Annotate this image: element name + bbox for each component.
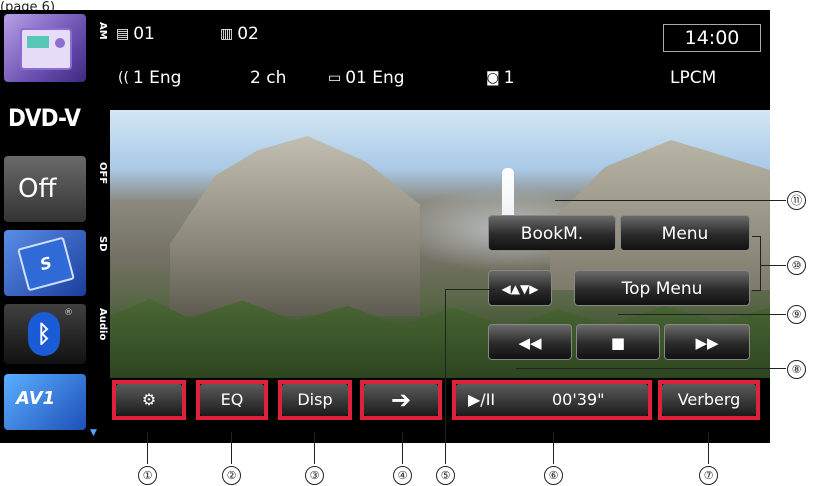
title-value: 02 xyxy=(237,24,259,44)
bluetooth-icon: ᛒ xyxy=(28,312,60,356)
eq-button[interactable]: EQ xyxy=(200,384,264,416)
elapsed-time: 00'39" xyxy=(552,390,605,409)
angle-indicator: ◙ 1 xyxy=(486,68,514,88)
chapter-value: 01 xyxy=(133,24,155,44)
leader-1 xyxy=(147,432,148,464)
source-av1-label: AV1 xyxy=(16,388,56,409)
title-indicator: ▥ 02 xyxy=(220,24,259,44)
clock: 14:00 xyxy=(663,24,761,52)
callout-8: ⑧ xyxy=(787,360,806,379)
source-off-button[interactable]: Off xyxy=(4,156,86,222)
callout-11: ⑪ xyxy=(787,191,806,210)
leader-4 xyxy=(402,432,403,464)
subtitle-value: 01 Eng xyxy=(345,68,405,88)
leader-10c xyxy=(760,236,761,291)
top-menu-button[interactable]: Top Menu xyxy=(574,270,750,306)
cursor-button[interactable]: ◀▲▼▶ xyxy=(488,270,552,306)
camera-icon: ◙ xyxy=(486,70,500,86)
audio-format: LPCM xyxy=(670,68,717,88)
audio-value: 1 Eng xyxy=(132,68,182,88)
leader-10a xyxy=(752,236,760,237)
source-dvd-label: DVD-V xyxy=(8,104,81,132)
next-page-button[interactable]: ➔ xyxy=(364,384,438,416)
leader-10b xyxy=(752,290,760,291)
stop-button[interactable]: ■ xyxy=(576,324,660,360)
source-off-label: Off xyxy=(18,174,57,204)
source-sd-side-label: SD xyxy=(97,236,108,252)
radio-icon xyxy=(20,28,72,70)
sd-card-icon: S xyxy=(17,236,75,292)
audio-icon: (( xyxy=(118,70,129,86)
gear-icon: ⚙ xyxy=(141,390,157,409)
audio-indicator: ((1 Eng xyxy=(118,68,181,88)
play-pause-button[interactable]: ▶/II 00'39" xyxy=(456,384,648,416)
source-sd-button[interactable]: S xyxy=(4,230,86,296)
leader-7 xyxy=(708,432,709,464)
callout-4: ④ xyxy=(393,466,412,485)
callout-7: ⑦ xyxy=(699,466,718,485)
callout-5: ⑤ xyxy=(436,466,455,485)
leader-5v xyxy=(445,289,446,464)
cliff-left xyxy=(170,136,420,316)
subtitle-icon: ▭ xyxy=(328,70,342,86)
channel-indicator: 2 ch xyxy=(250,68,287,88)
source-bluetooth-button[interactable]: ᛒ ® xyxy=(4,304,86,364)
source-av1-button[interactable]: AV1 xyxy=(4,374,86,430)
leader-8 xyxy=(516,368,786,369)
bottom-bar: ⚙ EQ Disp ➔ ▶/II 00'39" Verberg xyxy=(110,378,770,443)
leader-10d xyxy=(760,265,786,266)
registered-mark: ® xyxy=(64,308,73,318)
callout-9: ⑨ xyxy=(787,305,806,324)
source-dvd-button[interactable]: DVD-V xyxy=(4,92,86,146)
leader-11 xyxy=(555,200,786,201)
source-bar: AM DVD-V Off OFF S SD ᛒ ® Audio AV1 ▼ xyxy=(0,10,110,443)
leader-9 xyxy=(618,314,786,315)
next-button[interactable]: ▶▶ xyxy=(664,324,750,360)
info-bar: ▤ 01 ▥ 02 ((1 Eng 2 ch ▭ 01 Eng ◙ 1 LPCM 14:… xyxy=(110,10,770,110)
disp-button[interactable]: Disp xyxy=(282,384,348,416)
callout-1: ① xyxy=(138,466,157,485)
source-am-label: AM xyxy=(97,22,108,40)
menu-button[interactable]: Menu xyxy=(620,215,750,251)
bookmark-button[interactable]: BookM. xyxy=(488,215,616,251)
callout-2: ② xyxy=(222,466,241,485)
angle-value: 1 xyxy=(503,68,515,88)
source-bt-side-label: Audio xyxy=(97,308,108,341)
chapter-icon: ▤ xyxy=(116,26,130,42)
leader-3 xyxy=(314,432,315,464)
callout-6: ⑥ xyxy=(544,466,563,485)
callout-10: ⑩ xyxy=(787,256,806,275)
video-area[interactable]: BookM. Menu ◀▲▼▶ Top Menu ◀◀ ■ ▶▶ xyxy=(110,110,770,378)
leader-6 xyxy=(553,432,554,464)
source-off-side-label: OFF xyxy=(97,162,108,185)
scroll-down-icon[interactable]: ▼ xyxy=(90,428,97,438)
leader-2 xyxy=(231,432,232,464)
subtitle-indicator: ▭ 01 Eng xyxy=(328,68,405,88)
source-am-button[interactable] xyxy=(4,14,86,82)
leader-5h xyxy=(445,289,495,290)
callout-3: ③ xyxy=(305,466,324,485)
previous-button[interactable]: ◀◀ xyxy=(488,324,572,360)
play-pause-icon: ▶/II xyxy=(468,390,496,409)
main-display: ▤ 01 ▥ 02 ((1 Eng 2 ch ▭ 01 Eng ◙ 1 LPCM 14:… xyxy=(110,10,770,443)
hide-button[interactable]: Verberg xyxy=(662,384,756,416)
chapter-indicator: ▤ 01 xyxy=(116,24,155,44)
settings-button[interactable]: ⚙ xyxy=(116,384,182,416)
film-icon: ▥ xyxy=(220,26,234,42)
